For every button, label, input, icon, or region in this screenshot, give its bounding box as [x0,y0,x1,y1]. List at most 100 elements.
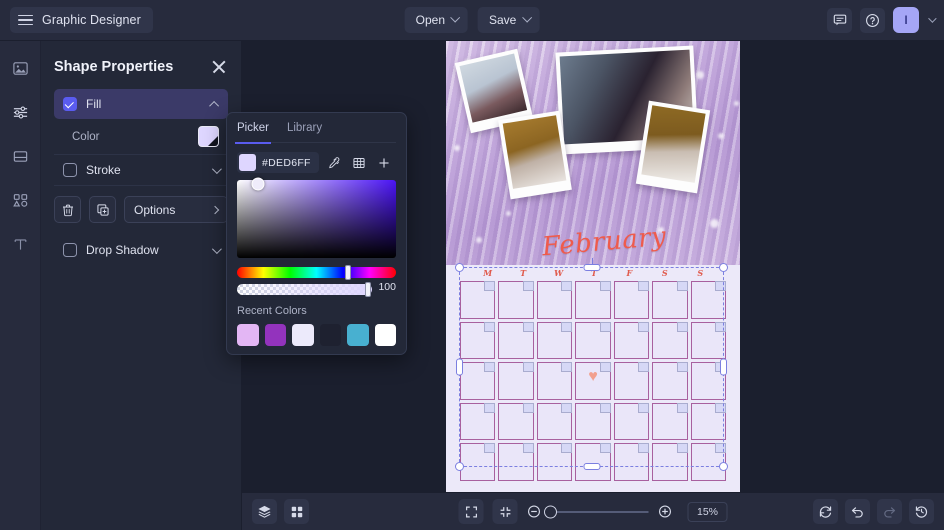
calendar-cell[interactable] [613,281,650,319]
palette-grid-button[interactable] [350,153,369,172]
recent-color-swatch[interactable] [319,324,341,346]
rail-item-text[interactable] [5,229,35,259]
rail-item-adjustments[interactable] [5,97,35,127]
hex-input[interactable]: #DED6FF [237,152,319,173]
calendar-cell[interactable] [498,402,534,441]
brand-menu-button[interactable]: Graphic Designer [10,7,153,33]
recent-color-swatch[interactable] [237,324,259,346]
history-button[interactable] [909,499,934,524]
calendar-cell-date-tab[interactable] [638,362,650,373]
zoom-slider-track[interactable] [544,505,649,518]
heart-icon[interactable]: ♥ [588,369,598,385]
alpha-slider[interactable] [237,282,373,297]
rail-item-shapes[interactable] [5,185,35,215]
calendar-cell-date-tab[interactable] [522,321,534,332]
calendar-cell[interactable] [690,321,726,360]
recent-color-swatch[interactable] [347,324,369,346]
calendar-cell[interactable] [690,362,726,400]
eyedropper-button[interactable] [325,153,344,172]
calendar-cell[interactable] [536,321,573,360]
recent-color-swatch[interactable] [264,324,286,346]
calendar-cell[interactable] [613,402,650,441]
calendar-cell-date-tab[interactable] [561,402,573,413]
calendar-cell-date-tab[interactable] [561,362,573,373]
calendar-grid-section[interactable]: M T W T F S S ♥ [446,265,740,492]
zoom-in-button[interactable] [658,504,673,519]
calendar-cell[interactable] [575,321,611,360]
calendar-cell-date-tab[interactable] [599,281,611,291]
calendar-cell[interactable] [652,362,688,400]
drop-shadow-section-row[interactable]: Drop Shadow [54,235,228,265]
calendar-cell-date-tab[interactable] [638,443,650,454]
calendar-cell-date-tab[interactable] [484,281,496,291]
calendar-cell-date-tab[interactable] [638,402,650,413]
calendar-cell[interactable] [690,402,726,441]
zoom-slider-knob[interactable] [544,505,557,518]
saturation-handle[interactable] [251,177,265,191]
fill-section-row[interactable]: Fill [54,89,228,119]
calendar-cell-date-tab[interactable] [638,321,650,332]
rail-item-images[interactable] [5,53,35,83]
close-icon[interactable] [210,58,228,76]
calendar-cell[interactable] [460,321,496,360]
calendar-cell[interactable] [536,402,573,441]
recent-color-swatch[interactable] [374,324,396,346]
calendar-cell[interactable] [460,443,496,481]
calendar-cell[interactable] [652,402,688,441]
month-title[interactable]: February [541,222,668,263]
calendar-cell-date-tab[interactable] [676,321,688,332]
calendar-cell[interactable] [652,321,688,360]
hue-slider-handle[interactable] [345,265,352,280]
open-button[interactable]: Open [404,7,468,33]
calendar-cell-date-tab[interactable] [676,443,688,454]
calendar-cell[interactable] [613,443,650,481]
calendar-cell-date-tab[interactable] [676,281,688,291]
calendar-cell[interactable] [460,362,496,400]
calendar-cell-date-tab[interactable] [599,443,611,454]
zoom-value-field[interactable]: 15% [687,501,728,522]
pages-button[interactable] [284,499,309,524]
collage-photo[interactable]: February [446,41,740,265]
design-page[interactable]: February M T W T F S S ♥ [446,41,740,492]
undo-button[interactable] [845,499,870,524]
calendar-cell[interactable] [536,362,573,400]
delete-button[interactable] [54,196,81,223]
calendar-cell[interactable] [460,281,496,319]
calendar-cell-date-tab[interactable] [484,321,496,332]
calendar-cell[interactable] [575,402,611,441]
drop-shadow-checkbox[interactable] [63,243,77,257]
calendar-cell[interactable] [536,281,573,319]
alpha-value[interactable]: 100 [378,281,396,293]
fill-color-row[interactable]: Color [54,119,228,155]
options-button[interactable]: Options [124,196,228,223]
duplicate-button[interactable] [89,196,116,223]
calendar-cell-date-tab[interactable] [561,443,573,454]
fill-color-swatch[interactable] [198,126,219,147]
calendar-cell-date-tab[interactable] [714,443,726,454]
fill-checkbox[interactable] [63,97,77,111]
calendar-cell[interactable] [575,281,611,319]
calendar-cell[interactable] [460,402,496,441]
calendar-cell-date-tab[interactable] [561,321,573,332]
reset-button[interactable] [813,499,838,524]
saturation-value-area[interactable] [237,177,396,258]
polaroid-photo[interactable] [635,100,711,194]
calendar-cell[interactable] [652,281,688,319]
save-button[interactable]: Save [478,7,540,33]
comment-button[interactable] [827,7,852,33]
calendar-cell-date-tab[interactable] [522,443,534,454]
calendar-cell[interactable] [613,321,650,360]
help-button[interactable] [860,7,885,33]
stroke-section-row[interactable]: Stroke [54,155,228,185]
zoom-slider[interactable] [544,505,649,518]
calendar-cell-date-tab[interactable] [522,362,534,373]
calendar-cell-date-tab[interactable] [599,362,611,373]
calendar-cell[interactable] [498,321,534,360]
calendar-cell-date-tab[interactable] [714,281,726,291]
calendar-cell-date-tab[interactable] [676,362,688,373]
stroke-checkbox[interactable] [63,163,77,177]
alpha-slider-handle[interactable] [365,282,372,297]
calendar-cell[interactable] [652,443,688,481]
calendar-cell-date-tab[interactable] [599,321,611,332]
layers-button[interactable] [252,499,277,524]
